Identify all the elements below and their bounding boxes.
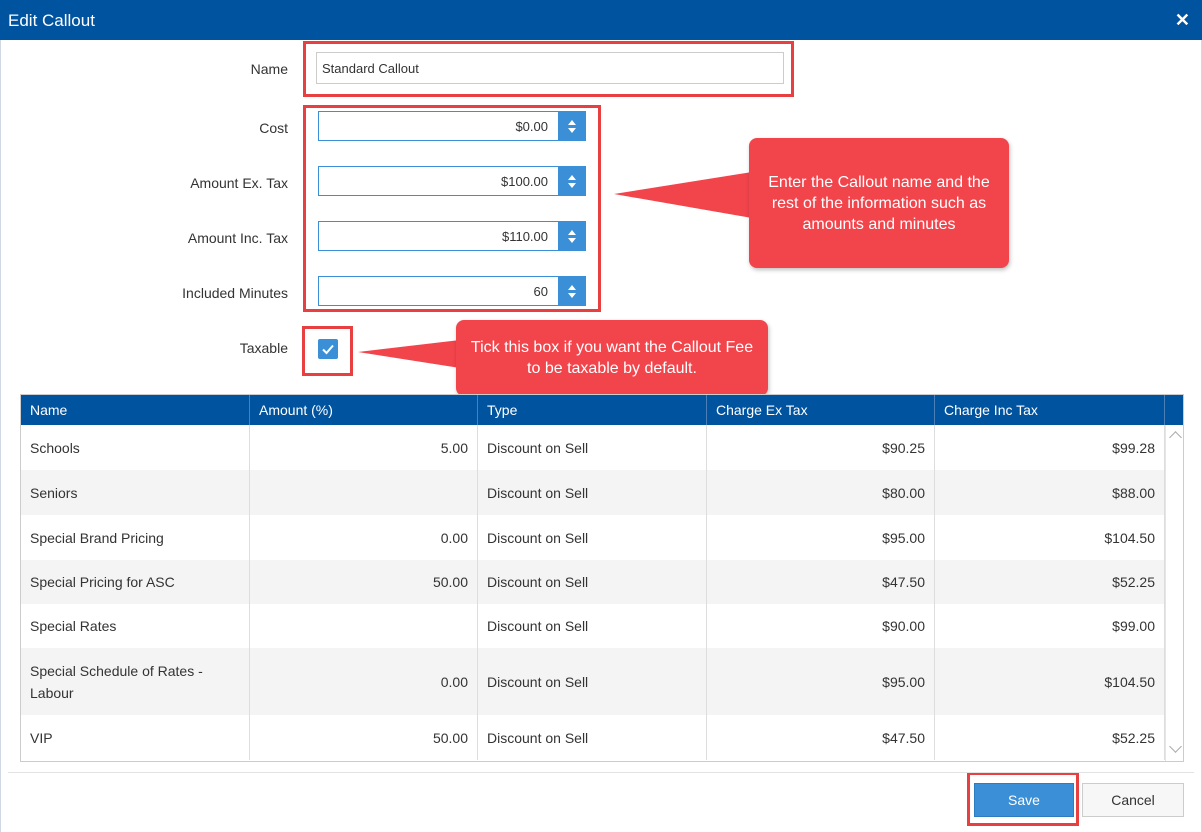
fields-callout: Enter the Callout name and the rest of t… <box>749 138 1009 268</box>
table-row[interactable]: Special Pricing for ASC 50.00 Discount on … <box>21 560 1165 604</box>
save-button[interactable]: Save <box>974 783 1074 817</box>
grid-scrollbar[interactable] <box>1165 425 1183 761</box>
taxable-callout-pointer <box>358 340 460 368</box>
row-name-cell: Special Brand Pricing <box>21 515 250 560</box>
row-charge-ex-cell: $90.00 <box>707 604 935 648</box>
row-name-cell: Schools <box>21 425 250 470</box>
taxable-callout: Tick this box if you want the Callout Fe… <box>456 320 768 396</box>
row-charge-inc-cell: $52.25 <box>935 560 1165 604</box>
grid-header-type[interactable]: Type <box>478 395 707 425</box>
row-charge-inc-cell: $99.00 <box>935 604 1165 648</box>
table-row[interactable]: Schools 5.00 Discount on Sell $90.25 $99.28 <box>21 425 1165 470</box>
row-charge-inc-cell: $52.25 <box>935 715 1165 760</box>
row-amount-cell: 5.00 <box>250 425 478 470</box>
table-row[interactable]: VIP 50.00 Discount on Sell $47.50 $52.25 <box>21 715 1165 760</box>
grid-header-charge-inc[interactable]: Charge Inc Tax <box>935 395 1165 425</box>
row-name-cell: Seniors <box>21 470 250 515</box>
table-row[interactable]: Special Rates Discount on Sell $90.00 $99.0… <box>21 604 1165 648</box>
row-type-cell: Discount on Sell <box>478 715 707 760</box>
chevron-up-icon[interactable] <box>1169 431 1182 444</box>
row-type-cell: Discount on Sell <box>478 470 707 515</box>
row-amount-cell: 0.00 <box>250 648 478 715</box>
row-name-cell: Special Rates <box>21 604 250 648</box>
table-row[interactable]: Seniors Discount on Sell $80.00 $88.00 <box>21 470 1165 515</box>
row-type-cell: Discount on Sell <box>478 604 707 648</box>
grid-header-amount[interactable]: Amount (%) <box>250 395 478 425</box>
row-charge-ex-cell: $47.50 <box>707 560 935 604</box>
table-row[interactable]: Special Schedule of Rates - Labour 0.00 Di… <box>21 648 1165 715</box>
row-name-cell: Special Pricing for ASC <box>21 560 250 604</box>
grid-header-charge-ex[interactable]: Charge Ex Tax <box>707 395 935 425</box>
row-charge-ex-cell: $95.00 <box>707 515 935 560</box>
row-amount-cell: 0.00 <box>250 515 478 560</box>
row-type-cell: Discount on Sell <box>478 560 707 604</box>
row-charge-ex-cell: $47.50 <box>707 715 935 760</box>
row-amount-cell: 50.00 <box>250 560 478 604</box>
chevron-down-icon[interactable] <box>1169 740 1182 753</box>
row-charge-ex-cell: $90.25 <box>707 425 935 470</box>
footer-divider <box>8 772 1194 773</box>
fields-callout-pointer <box>614 172 752 218</box>
row-type-cell: Discount on Sell <box>478 515 707 560</box>
row-name-cell: VIP <box>21 715 250 760</box>
row-charge-inc-cell: $88.00 <box>935 470 1165 515</box>
grid-header: Name Amount (%) Type Charge Ex Tax Charg… <box>21 395 1183 425</box>
row-type-cell: Discount on Sell <box>478 648 707 715</box>
discount-grid: Name Amount (%) Type Charge Ex Tax Charg… <box>20 394 1184 762</box>
row-charge-inc-cell: $104.50 <box>935 648 1165 715</box>
row-amount-cell <box>250 604 478 648</box>
row-charge-ex-cell: $80.00 <box>707 470 935 515</box>
row-amount-cell <box>250 470 478 515</box>
row-charge-inc-cell: $104.50 <box>935 515 1165 560</box>
row-type-cell: Discount on Sell <box>478 425 707 470</box>
row-name-cell: Special Schedule of Rates - Labour <box>21 648 250 715</box>
cancel-button[interactable]: Cancel <box>1082 783 1184 817</box>
table-row[interactable]: Special Brand Pricing 0.00 Discount on Sel… <box>21 515 1165 560</box>
row-charge-inc-cell: $99.28 <box>935 425 1165 470</box>
row-amount-cell: 50.00 <box>250 715 478 760</box>
row-charge-ex-cell: $95.00 <box>707 648 935 715</box>
grid-header-name[interactable]: Name <box>21 395 250 425</box>
